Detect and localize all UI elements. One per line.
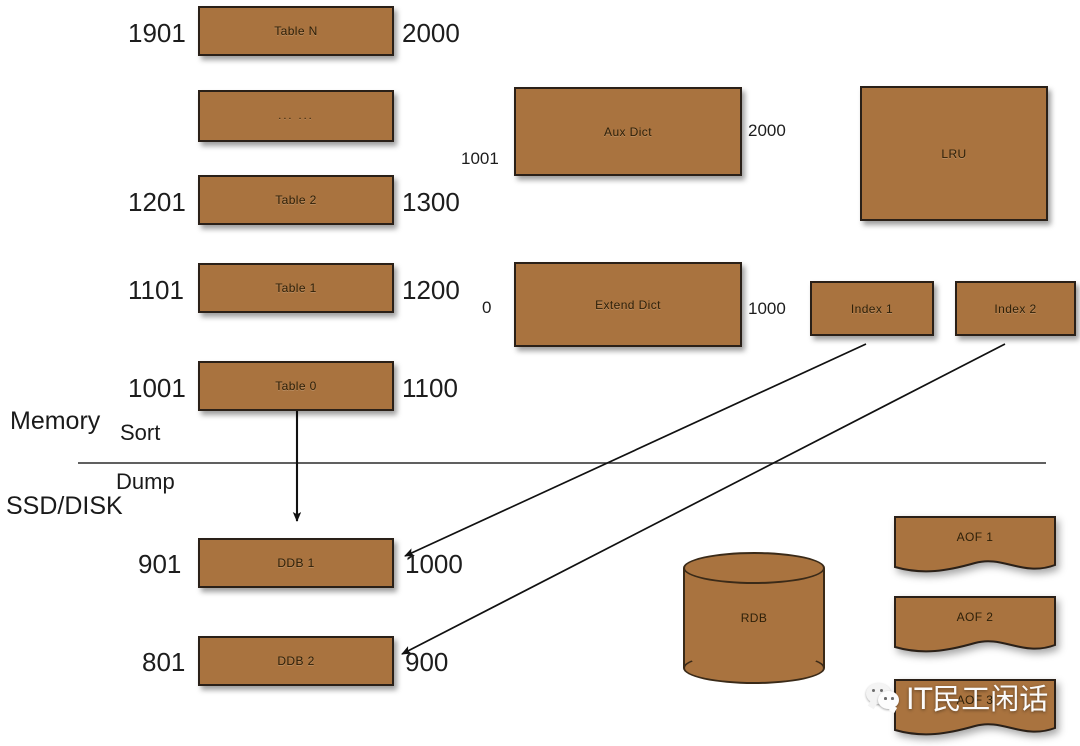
table-2-left-value: 1201: [128, 187, 186, 217]
extend-dict-left-value: 0: [482, 298, 492, 317]
block-ddb-1[interactable]: DDB 1: [198, 538, 394, 588]
block-ddb-2[interactable]: DDB 2: [198, 636, 394, 686]
block-label: AOF 1: [956, 530, 994, 545]
aux-dict-right-value: 2000: [748, 121, 786, 140]
block-aof-1[interactable]: AOF 1: [893, 515, 1057, 577]
block-label: RDB: [740, 611, 768, 625]
block-label: Index 1: [850, 301, 894, 316]
block-table-2[interactable]: Table 2: [198, 175, 394, 225]
block-table-0[interactable]: Table 0: [198, 361, 394, 411]
block-label: Table N: [274, 24, 318, 38]
ddb-2-right-value: 900: [405, 647, 449, 677]
block-index-2[interactable]: Index 2: [955, 281, 1076, 336]
block-aof-2[interactable]: AOF 2: [893, 595, 1057, 657]
ddb-1-right-value: 1000: [405, 549, 463, 579]
block-label: Table 1: [275, 281, 317, 295]
disk-section-label: SSD/DISK: [6, 492, 123, 520]
block-label: Index 2: [994, 301, 1037, 316]
block-label: DDB 1: [277, 556, 315, 570]
table-1-right-value: 1200: [402, 275, 460, 305]
block-lru[interactable]: LRU: [860, 86, 1048, 221]
memory-section-label: Memory: [10, 407, 101, 435]
block-table-dots[interactable]: ... ...: [198, 90, 394, 142]
table-0-right-value: 1100: [402, 373, 458, 403]
block-label: Extend Dict: [595, 297, 661, 312]
table-n-right-value: 2000: [402, 18, 460, 48]
watermark: IT民工闲话: [866, 676, 1048, 718]
block-rdb-cylinder[interactable]: RDB: [683, 552, 825, 684]
block-label: LRU: [941, 146, 967, 161]
block-table-n[interactable]: Table N: [198, 6, 394, 56]
sort-step-label: Sort: [120, 420, 161, 445]
extend-dict-right-value: 1000: [748, 299, 786, 318]
block-index-1[interactable]: Index 1: [810, 281, 934, 336]
block-label: DDB 2: [277, 654, 315, 668]
block-label: Table 2: [275, 193, 317, 207]
watermark-text: IT民工闲话: [906, 682, 1049, 716]
dump-step-label: Dump: [116, 469, 175, 494]
arrow-index1-to-ddb1: [404, 343, 867, 557]
block-aux-dict[interactable]: Aux Dict: [514, 87, 742, 176]
table-n-left-value: 1901: [128, 18, 186, 48]
block-extend-dict[interactable]: Extend Dict: [514, 262, 742, 347]
ddb-1-left-value: 901: [138, 549, 182, 579]
wechat-icon: [866, 683, 900, 711]
table-1-left-value: 1101: [128, 275, 184, 305]
table-0-left-value: 1001: [128, 373, 186, 403]
block-label: Aux Dict: [604, 124, 652, 139]
diagram-canvas: Table N 1901 2000 ... ... Table 2 1201 1…: [0, 0, 1080, 746]
block-table-1[interactable]: Table 1: [198, 263, 394, 313]
block-label: ... ...: [278, 110, 314, 122]
ddb-2-left-value: 801: [142, 647, 186, 677]
table-2-right-value: 1300: [402, 187, 460, 217]
block-label: Table 0: [275, 379, 317, 393]
block-label: AOF 2: [956, 610, 994, 625]
aux-dict-left-value: 1001: [461, 149, 499, 168]
